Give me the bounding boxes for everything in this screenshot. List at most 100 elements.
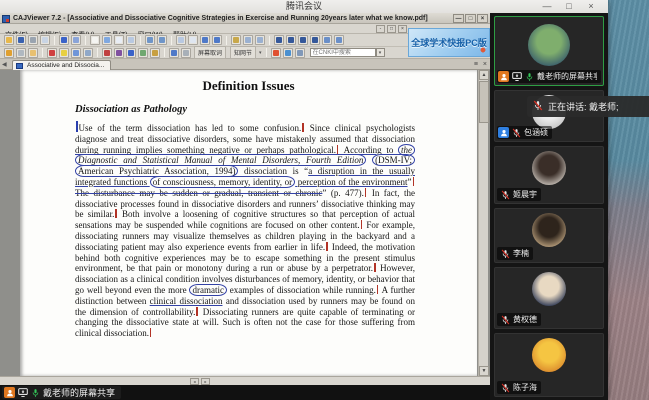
download-icon[interactable]	[283, 48, 293, 58]
find-icon[interactable]	[231, 35, 241, 45]
hscroll-right-icon[interactable]: ▸	[201, 378, 210, 385]
caj-minimize-button[interactable]: —	[453, 14, 464, 23]
doc-restore-button[interactable]: □	[387, 25, 396, 33]
hscroll-left-icon[interactable]: ◂	[190, 378, 199, 385]
stamp-icon[interactable]	[150, 48, 160, 58]
meeting-close-button[interactable]: ×	[582, 0, 600, 13]
text-segment: dramatic	[189, 284, 226, 296]
cnki-express-banner[interactable]: 全球学术快报PC版	[408, 28, 490, 57]
screen-share-view: CAJViewer 7.2 - [Associative and Dissoci…	[0, 13, 490, 385]
redo-icon[interactable]	[71, 35, 81, 45]
zoom-level-icon[interactable]	[188, 35, 198, 45]
prev-page-icon[interactable]	[286, 35, 296, 45]
annotation-caret	[196, 307, 198, 316]
annotation-caret	[374, 263, 376, 272]
caj-close-button[interactable]: ×	[477, 14, 488, 23]
page-facing-icon[interactable]	[102, 35, 112, 45]
magnifier-icon[interactable]	[212, 35, 222, 45]
annotation-caret	[150, 328, 152, 337]
participant-name: 包涵硕	[524, 127, 548, 138]
share-indicator-label: 戴老师的屏幕共享	[43, 386, 115, 399]
avatar	[528, 24, 570, 66]
fullscreen-icon[interactable]	[295, 48, 305, 58]
tab-scroll-left-icon[interactable]: ◀	[2, 61, 7, 68]
strikeout-tool-icon[interactable]	[114, 48, 124, 58]
capture-icon[interactable]	[181, 48, 191, 58]
annotation-caret	[413, 177, 415, 186]
next-page-icon[interactable]	[298, 35, 308, 45]
back-view-icon[interactable]	[322, 35, 332, 45]
rotate-left-icon[interactable]	[145, 35, 155, 45]
panel-close-icon[interactable]: ×	[483, 61, 487, 68]
shape-tool-icon[interactable]	[138, 48, 148, 58]
first-page-icon[interactable]	[274, 35, 284, 45]
document-subsection-heading: Dissociation as Pathology	[75, 104, 477, 115]
participant-name: 陈子海	[513, 382, 537, 393]
participant-nameplate: 包涵硕	[497, 126, 552, 139]
text-annotation-icon[interactable]	[83, 48, 93, 58]
search-dropdown-icon[interactable]: ▾	[376, 48, 385, 57]
doc-close-button[interactable]: ×	[398, 25, 407, 33]
annotation-caret	[76, 121, 78, 132]
avatar	[532, 151, 566, 185]
page-continuous-icon[interactable]	[114, 35, 124, 45]
participant-tile[interactable]: 黄权德	[494, 267, 604, 329]
next-result-icon[interactable]	[255, 35, 265, 45]
underline-tool-icon[interactable]	[102, 48, 112, 58]
zoom-out-icon[interactable]	[176, 35, 186, 45]
cnki-home-icon[interactable]	[271, 48, 281, 58]
prev-result-icon[interactable]	[243, 35, 253, 45]
rotate-right-icon[interactable]	[157, 35, 167, 45]
scroll-up-icon[interactable]: ▲	[479, 70, 489, 80]
undo-icon[interactable]	[59, 35, 69, 45]
vertical-scrollbar[interactable]: ▲ ▼	[478, 70, 488, 376]
last-page-icon[interactable]	[310, 35, 320, 45]
email-icon[interactable]	[40, 35, 50, 45]
document-section-title: Definition Issues	[20, 78, 477, 94]
text-segment: ”	[408, 177, 412, 187]
annotation-caret	[361, 220, 363, 229]
meeting-maximize-button[interactable]: □	[560, 0, 578, 13]
print-icon[interactable]	[28, 35, 38, 45]
text-segment: of consciousness, memory, identity, or	[150, 176, 295, 188]
select-text-icon[interactable]	[4, 48, 14, 58]
toolbar-text-button[interactable]: 屏幕取词	[194, 46, 226, 59]
document-page: Definition Issues Dissociation as Pathol…	[20, 70, 477, 376]
forward-view-icon[interactable]	[334, 35, 344, 45]
caj-maximize-button[interactable]: □	[465, 14, 476, 23]
note-icon[interactable]	[71, 48, 81, 58]
save-icon[interactable]	[16, 35, 26, 45]
panel-menu-icon[interactable]: ≡	[474, 61, 478, 68]
document-tab[interactable]: Associative and Dissocia...	[12, 60, 111, 70]
arrow-tool-icon[interactable]	[126, 48, 136, 58]
toolbar-text-button[interactable]: 知网节	[230, 46, 256, 59]
participant-name: 黄权德	[513, 314, 537, 325]
participant-tile[interactable]: 李楠	[494, 208, 604, 263]
cnki-search-input[interactable]	[310, 48, 376, 57]
page-thumbnail-icon[interactable]	[126, 35, 136, 45]
participant-tile[interactable]: 戴老师的屏幕共享	[494, 16, 604, 86]
meeting-minimize-button[interactable]: —	[538, 0, 556, 13]
caj-tab-bar: ◀ Associative and Dissocia... ≡ ×	[0, 59, 490, 70]
ocr-icon[interactable]	[169, 48, 179, 58]
open-icon[interactable]	[4, 35, 14, 45]
text-segment: According to	[339, 145, 398, 155]
participant-nameplate: 陈子海	[497, 381, 541, 394]
scrollbar-thumb[interactable]	[479, 81, 489, 123]
scroll-down-icon[interactable]: ▼	[479, 366, 489, 376]
page-single-icon[interactable]	[90, 35, 100, 45]
doc-minimize-button[interactable]: -	[376, 25, 385, 33]
document-tab-label: Associative and Dissocia...	[27, 62, 104, 69]
highlighter-icon[interactable]	[59, 48, 69, 58]
participant-tile[interactable]: 姬晨宇	[494, 146, 604, 204]
zoom-in-icon[interactable]	[200, 35, 210, 45]
mic-muted-icon	[501, 249, 510, 259]
hand-tool-icon[interactable]	[28, 48, 38, 58]
document-tab-icon	[16, 63, 23, 69]
text-segment: examples of dissociation while running.	[227, 285, 376, 295]
select-image-icon[interactable]	[16, 48, 26, 58]
pen-icon[interactable]	[47, 48, 57, 58]
dropdown-arrow-icon[interactable]: ▾	[259, 50, 262, 56]
participant-tile[interactable]: 陈子海	[494, 333, 604, 397]
toolbar-separator	[85, 36, 86, 45]
